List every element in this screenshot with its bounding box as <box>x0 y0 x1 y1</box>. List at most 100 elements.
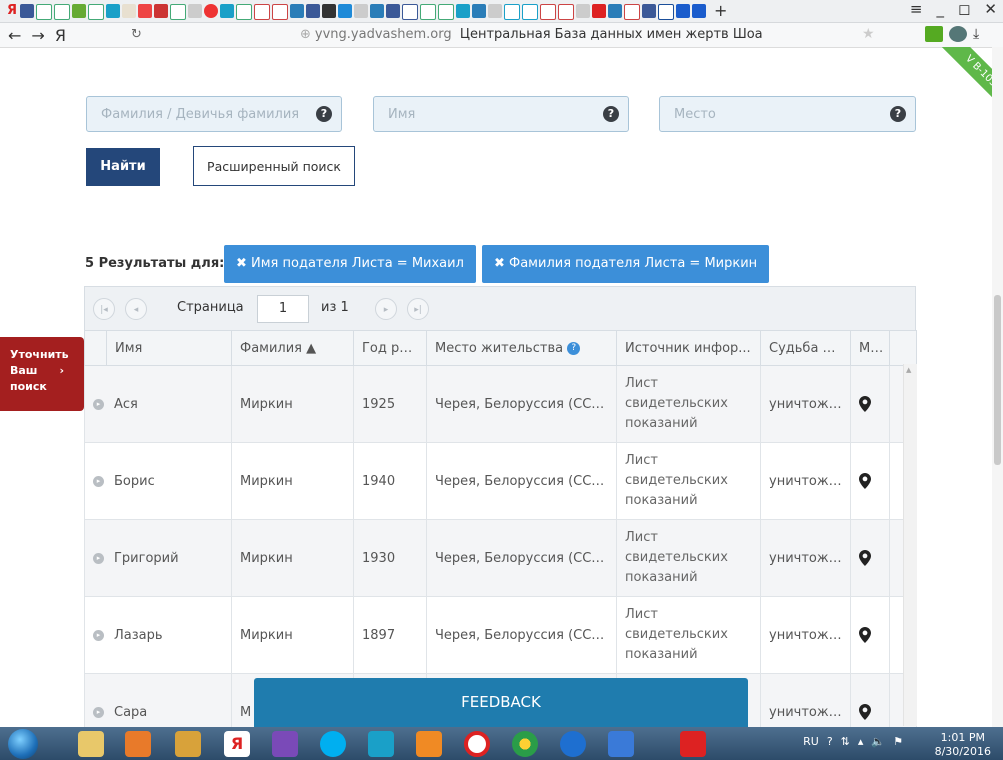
opera-tab-icon[interactable] <box>138 4 152 18</box>
google-tab-icon[interactable] <box>36 4 52 20</box>
cell-map[interactable] <box>850 442 890 520</box>
surname-field[interactable]: Фамилия / Девичья фамилия ? <box>86 96 342 132</box>
tab-icon[interactable] <box>504 4 520 20</box>
tab-icon[interactable] <box>370 4 384 18</box>
tab-icon[interactable] <box>354 4 368 18</box>
next-page-icon[interactable]: ▸ <box>375 298 397 320</box>
tab-icon[interactable] <box>676 4 690 18</box>
place-help-icon[interactable]: ? <box>890 106 906 122</box>
facebook-tab-icon[interactable] <box>20 4 34 18</box>
tab-icon[interactable] <box>488 4 502 18</box>
scroll-up-icon[interactable]: ▲ <box>906 366 911 374</box>
gmail-tab-icon[interactable] <box>254 4 270 20</box>
cell-map[interactable] <box>850 365 890 443</box>
expand-row-icon[interactable]: ▸ <box>93 398 104 410</box>
surname-help-icon[interactable]: ? <box>316 106 332 122</box>
column-header-fate[interactable]: Судьба н... <box>760 330 851 366</box>
expand-row-icon[interactable]: ▸ <box>93 706 104 718</box>
filter-chip-submitter-surname[interactable]: ✖ Фамилия подателя Листа = Миркин <box>482 245 770 283</box>
expand-row-icon[interactable]: ▸ <box>93 629 104 641</box>
cell-map[interactable] <box>850 519 890 597</box>
maximize-icon[interactable]: ◻ <box>958 0 970 18</box>
tab-icon[interactable] <box>188 4 202 18</box>
facebook-tab-icon[interactable] <box>306 4 320 18</box>
tab-icon[interactable] <box>402 4 418 20</box>
tab-icon[interactable] <box>592 4 606 18</box>
column-header-birth-year[interactable]: Год ро... <box>353 330 427 366</box>
prev-page-icon[interactable]: ◂ <box>125 298 147 320</box>
column-header-name[interactable]: Имя <box>106 330 232 366</box>
mail-taskbar-icon[interactable] <box>368 731 394 757</box>
search-taskbar-icon[interactable] <box>416 731 442 757</box>
table-row[interactable]: ▸ Лазарь Миркин 1897 Черея, Белоруссия (С… <box>84 596 917 674</box>
cell-source[interactable]: Лист свидетельских показаний <box>616 365 761 443</box>
back-icon[interactable]: ← <box>8 26 21 45</box>
tab-icon[interactable] <box>522 4 538 20</box>
tab-icon[interactable] <box>692 4 706 18</box>
archive-taskbar-icon[interactable] <box>175 731 201 757</box>
cell-name[interactable]: ▸ Григорий <box>84 519 232 597</box>
skype-taskbar-icon[interactable] <box>320 731 346 757</box>
tab-icon[interactable] <box>204 4 218 18</box>
last-page-icon[interactable]: ▸| <box>407 298 429 320</box>
map-pin-icon[interactable] <box>859 550 871 566</box>
internet-explorer-taskbar-icon[interactable] <box>560 731 586 757</box>
facebook-tab-icon[interactable] <box>642 4 656 18</box>
media-player-taskbar-icon[interactable] <box>125 731 151 757</box>
media-taskbar-icon[interactable] <box>608 731 634 757</box>
google-tab-icon[interactable] <box>236 4 252 20</box>
google-tab-icon[interactable] <box>54 4 70 20</box>
downloads-icon[interactable]: ⤓ <box>973 26 979 42</box>
yandex-tab-icon[interactable]: Я <box>6 4 18 18</box>
feedback-button[interactable]: FEEDBACK <box>254 678 748 728</box>
tab-icon[interactable] <box>72 4 86 18</box>
expand-row-icon[interactable]: ▸ <box>93 552 104 564</box>
refine-search-tab[interactable]: Уточнить Ваш › поиск <box>0 337 84 411</box>
column-header-map[interactable]: М... <box>850 330 890 366</box>
tab-icon[interactable] <box>658 4 674 20</box>
start-button[interactable] <box>8 729 38 759</box>
map-pin-icon[interactable] <box>859 627 871 643</box>
url-field[interactable]: ⊕ yvng.yadvashem.org Центральная База дан… <box>300 27 763 42</box>
google-tab-icon[interactable] <box>420 4 436 20</box>
column-header-residence[interactable]: Место жительства ? <box>426 330 617 366</box>
find-button[interactable]: Найти <box>86 148 160 186</box>
language-indicator[interactable]: RU <box>803 735 819 748</box>
yandex-browser-taskbar-icon[interactable]: Я <box>224 731 250 757</box>
tab-icon[interactable] <box>122 4 136 18</box>
gmail-tab-icon[interactable] <box>624 4 640 20</box>
name-help-icon[interactable]: ? <box>603 106 619 122</box>
bookmark-star-icon[interactable]: ★ <box>862 26 875 42</box>
tab-icon[interactable] <box>106 4 120 18</box>
tab-icon[interactable] <box>322 4 336 18</box>
map-pin-icon[interactable] <box>859 473 871 489</box>
facebook-tab-icon[interactable] <box>386 4 400 18</box>
first-page-icon[interactable]: |◂ <box>93 298 115 320</box>
cell-name[interactable]: ▸ Ася <box>84 365 232 443</box>
map-pin-icon[interactable] <box>859 704 871 720</box>
gmail-tab-icon[interactable] <box>558 4 574 20</box>
taskbar-clock[interactable]: 1:01 PM 8/30/2016 <box>935 731 991 759</box>
download-taskbar-icon[interactable] <box>680 731 706 757</box>
tab-icon[interactable] <box>220 4 234 18</box>
page-scrollbar-thumb[interactable] <box>994 295 1001 465</box>
name-field[interactable]: Имя ? <box>373 96 629 132</box>
yandex-home-icon[interactable]: Я <box>55 26 66 45</box>
volume-icon[interactable]: 🔈 <box>871 735 885 748</box>
place-field[interactable]: Место ? <box>659 96 916 132</box>
network-tray-icon[interactable]: ⇅ <box>841 735 850 748</box>
forward-icon[interactable]: → <box>31 26 44 45</box>
extension-icon[interactable] <box>949 26 967 42</box>
help-icon[interactable]: ? <box>567 341 581 355</box>
winrar-taskbar-icon[interactable] <box>272 731 298 757</box>
map-pin-icon[interactable] <box>859 396 871 412</box>
minimize-icon[interactable]: _ <box>936 0 944 18</box>
cell-name[interactable]: ▸ Лазарь <box>84 596 232 674</box>
advanced-search-button[interactable]: Расширенный поиск <box>193 146 355 186</box>
tab-icon[interactable] <box>576 4 590 18</box>
google-tab-icon[interactable] <box>170 4 186 20</box>
cell-name[interactable]: ▸ Борис <box>84 442 232 520</box>
reload-icon[interactable]: ↻ <box>131 27 142 42</box>
chrome-taskbar-icon[interactable] <box>512 731 538 757</box>
tab-icon[interactable] <box>472 4 486 18</box>
